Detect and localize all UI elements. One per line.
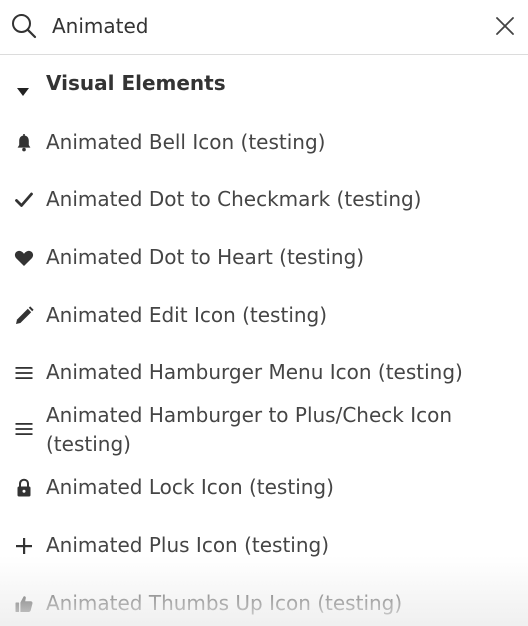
result-label: Animated Hamburger Menu Icon (testing) [46,360,463,384]
result-label: Animated Edit Icon (testing) [46,303,328,327]
result-item[interactable]: Animated Bell Icon (testing) [0,128,528,158]
result-label: Animated Hamburger to Plus/Check Icon (t… [46,403,453,456]
checkmark-icon [13,189,35,211]
search-bar [0,0,528,55]
result-label: Animated Dot to Checkmark (testing) [46,187,422,211]
result-item[interactable]: Animated Lock Icon (testing) [0,473,528,503]
result-item[interactable]: Animated Hamburger to Plus/Check Icon (t… [0,401,528,459]
result-label: Animated Dot to Heart (testing) [46,245,365,269]
close-icon[interactable] [492,13,518,39]
plus-icon [13,535,35,557]
hamburger-icon [13,418,35,440]
result-item[interactable]: Animated Dot to Checkmark (testing) [0,185,528,215]
result-item[interactable]: Animated Edit Icon (testing) [0,301,528,331]
result-item[interactable]: Animated Dot to Heart (testing) [0,243,528,273]
result-label: Animated Thumbs Up Icon (testing) [46,591,403,615]
result-label: Animated Lock Icon (testing) [46,475,334,499]
result-item[interactable]: Animated Plus Icon (testing) [0,531,528,561]
bell-icon [13,132,35,154]
caret-down-icon[interactable] [16,82,30,96]
section-title: Visual Elements [46,71,226,95]
search-input[interactable] [52,10,472,42]
result-label: Animated Plus Icon (testing) [46,533,330,557]
thumbs-up-icon [13,593,35,615]
section-header-visual-elements[interactable]: Visual Elements [0,64,528,108]
result-label: Animated Bell Icon (testing) [46,130,326,154]
lock-icon [13,477,35,499]
result-item[interactable]: Animated Thumbs Up Icon (testing) [0,589,528,619]
search-icon [11,13,37,39]
pencil-icon [13,305,35,327]
hamburger-icon [13,362,35,384]
heart-icon [13,247,35,269]
result-item[interactable]: Animated Hamburger Menu Icon (testing) [0,358,528,388]
